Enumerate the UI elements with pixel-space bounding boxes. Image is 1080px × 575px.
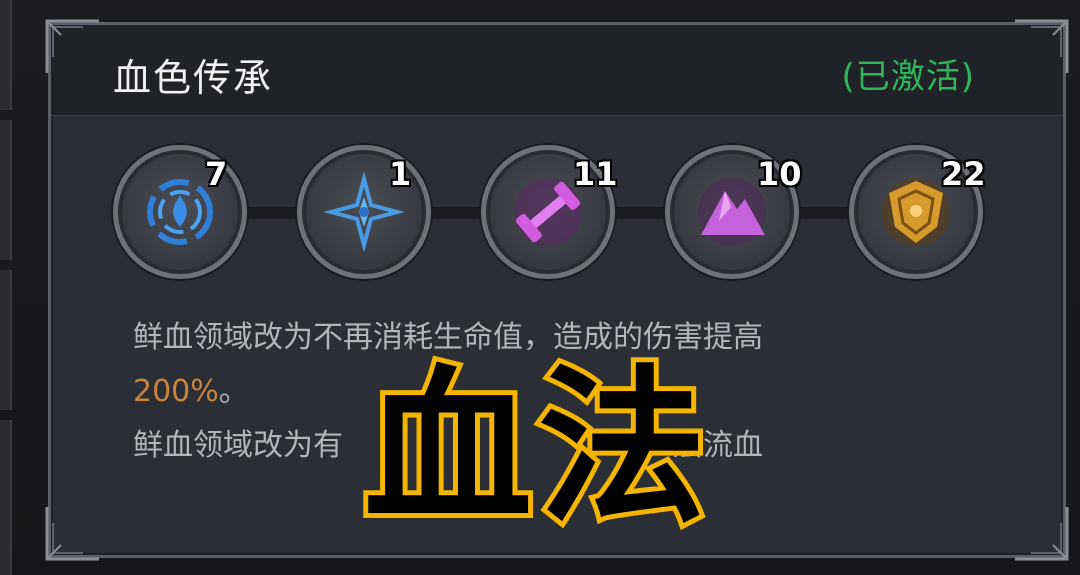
side-menu-strip bbox=[0, 0, 14, 575]
rune-count: 1 bbox=[389, 155, 412, 193]
corner-ornament-icon bbox=[43, 503, 103, 563]
side-tab[interactable] bbox=[0, 120, 12, 260]
rune-slot-4[interactable]: 10 bbox=[661, 141, 802, 281]
side-tab[interactable] bbox=[0, 0, 12, 110]
corner-ornament-icon bbox=[1011, 17, 1071, 77]
overlay-caption: 血法 bbox=[359, 350, 712, 546]
rune-row: 7 1 11 10 22 bbox=[109, 141, 989, 281]
description-punct: 。 bbox=[218, 374, 249, 409]
rune-count: 11 bbox=[573, 155, 618, 193]
activated-status: (已激活) bbox=[841, 57, 975, 97]
rune-count: 7 bbox=[205, 155, 228, 193]
side-tab[interactable] bbox=[0, 270, 12, 410]
panel-header: 血色传承 (已激活) bbox=[51, 25, 1063, 116]
rune-count: 22 bbox=[941, 155, 986, 193]
rune-slot-5[interactable]: 22 bbox=[845, 141, 986, 281]
corner-ornament-icon bbox=[1011, 503, 1071, 563]
rune-slot-3[interactable]: 11 bbox=[477, 141, 618, 281]
rune-slot-1[interactable]: 7 bbox=[109, 141, 249, 281]
bonus-percent: 200% bbox=[133, 374, 219, 409]
rune-slot-2[interactable]: 1 bbox=[293, 141, 433, 281]
description-line-start: 鲜血领域改为有 bbox=[133, 428, 343, 463]
panel-title: 血色传承 bbox=[113, 56, 274, 100]
corner-ornament-icon bbox=[43, 17, 103, 77]
side-tab[interactable] bbox=[0, 420, 12, 575]
rune-count: 10 bbox=[757, 155, 802, 193]
game-screen: 血色传承 (已激活) 7 1 11 10 22 鲜血领域改为不再消耗生命值，造成… bbox=[0, 0, 1080, 575]
